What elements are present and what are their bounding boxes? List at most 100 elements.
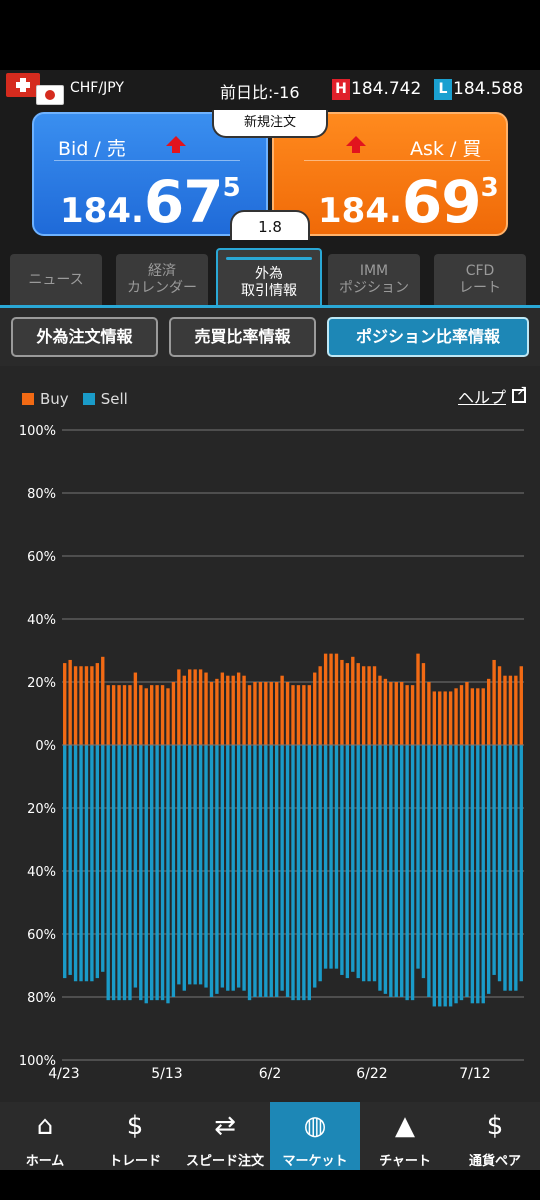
y-tick-label: 0%: [35, 739, 56, 754]
divider: [304, 160, 490, 161]
tab-label: ポジション: [339, 280, 409, 296]
buy-bar: [514, 675, 518, 745]
buy-sell-ratio-button[interactable]: 売買比率情報: [169, 317, 316, 357]
fx-order-info-button[interactable]: 外為注文情報: [11, 317, 158, 357]
sell-bar: [508, 745, 513, 991]
sell-bar: [90, 745, 94, 982]
buy-bar: [149, 685, 154, 745]
tab-news[interactable]: ニュース: [10, 254, 102, 306]
buy-bar: [220, 672, 225, 745]
tab-label: 取引情報: [241, 283, 297, 299]
sell-bar: [226, 745, 230, 991]
sell-bar: [209, 745, 214, 997]
legend-buy-label: Buy: [40, 390, 69, 408]
tab-fx-trading-info[interactable]: 外為 取引情報: [216, 248, 322, 308]
sell-bar: [144, 745, 148, 1004]
sell-bar: [465, 745, 469, 997]
tab-label: レート: [459, 280, 501, 296]
buy-bar: [133, 672, 138, 745]
x-tick-label: 7/12: [459, 1066, 490, 1082]
buy-bar: [188, 669, 192, 745]
ask-label: Ask / 買: [410, 138, 482, 160]
buy-bar: [486, 678, 491, 745]
sell-bar: [313, 745, 317, 988]
day-change-value: -16: [273, 83, 300, 102]
nav-market[interactable]: ◍ マーケット: [270, 1102, 360, 1170]
sell-bar: [133, 745, 138, 988]
buy-bar: [307, 685, 311, 745]
buy-bar: [443, 691, 447, 745]
sell-bar: [247, 745, 252, 1001]
sell-bar: [68, 745, 72, 975]
sell-bar: [84, 745, 89, 982]
buy-bar: [351, 656, 355, 745]
price-up-arrow-icon: [166, 136, 186, 153]
buy-bar: [432, 691, 437, 745]
buy-bar: [209, 682, 214, 745]
buy-bar: [236, 672, 241, 745]
globe-icon: ◍: [303, 1111, 327, 1141]
buy-bar: [101, 656, 105, 745]
help-link[interactable]: ヘルプ: [457, 383, 528, 408]
new-order-button[interactable]: 新規注文: [212, 110, 328, 138]
bid-price-prefix: 184.: [60, 191, 144, 231]
buy-bar: [405, 685, 409, 745]
nav-home[interactable]: ⌂ ホーム: [0, 1102, 90, 1170]
buy-bar: [79, 666, 83, 745]
nav-speed-order[interactable]: ⇄ スピード注文: [180, 1102, 270, 1170]
buy-bar: [160, 685, 165, 745]
nav-chart[interactable]: ▲ チャート: [360, 1102, 450, 1170]
buy-bar: [296, 685, 301, 745]
sell-bar: [269, 745, 273, 997]
buy-bar: [171, 682, 176, 745]
tab-economic-calendar[interactable]: 経済 カレンダー: [116, 254, 208, 306]
sell-bar: [514, 745, 518, 991]
buy-bar: [226, 675, 230, 745]
y-tick-label: 60%: [27, 550, 56, 565]
sell-bar: [111, 745, 116, 1001]
sell-bar: [416, 745, 420, 969]
sell-bar: [427, 745, 431, 997]
buy-bar: [465, 682, 469, 745]
pair-name[interactable]: CHF/JPY: [70, 80, 124, 96]
buy-bar: [247, 685, 252, 745]
buy-bar: [177, 669, 181, 745]
sell-bar: [63, 745, 67, 979]
nav-label: マーケット: [282, 1154, 348, 1169]
sell-bar: [177, 745, 181, 985]
position-ratio-chart: 100% 80% 60% 40% 20% 0% 20% 40% 60% 80% 100% 4/23 5/…: [0, 366, 540, 1102]
tab-label: カレンダー: [127, 280, 197, 296]
buy-bar: [476, 688, 480, 745]
position-ratio-button[interactable]: ポジション比率情報: [327, 317, 529, 357]
ask-price-pips: 69: [401, 168, 482, 236]
sell-bar: [329, 745, 333, 969]
tab-imm-position[interactable]: IMM ポジション: [328, 254, 420, 306]
chart-icon: ▲: [395, 1111, 415, 1141]
buy-bar: [166, 688, 170, 745]
nav-trade[interactable]: $ トレード: [90, 1102, 180, 1170]
sell-bar: [275, 745, 279, 997]
nav-currency-pair[interactable]: $ 通貨ペア: [450, 1102, 540, 1170]
sell-bar: [356, 745, 360, 979]
sell-bar: [503, 745, 507, 991]
sell-bar: [367, 745, 371, 982]
tab-label: 外為: [255, 266, 283, 282]
sell-bar: [106, 745, 110, 1001]
sell-bar: [160, 745, 165, 1001]
help-label: ヘルプ: [457, 388, 506, 407]
sell-bar: [182, 745, 186, 991]
sell-bar: [438, 745, 442, 1007]
sell-bar: [171, 745, 176, 997]
buy-bar: [95, 663, 100, 745]
buy-bar: [128, 685, 132, 745]
market-tabs: ニュース 経済 カレンダー 外為 取引情報 IMM ポジション CFD レート: [0, 248, 540, 308]
sell-bar: [405, 745, 409, 1001]
tab-cfd-rate[interactable]: CFD レート: [434, 254, 526, 306]
sell-swatch: [82, 393, 95, 405]
tab-label: IMM: [359, 263, 389, 279]
buy-bar: [400, 682, 404, 745]
sell-bar: [117, 745, 121, 1001]
sell-bar: [448, 745, 453, 1007]
low-badge: L: [434, 79, 452, 100]
sell-bar: [155, 745, 159, 1001]
